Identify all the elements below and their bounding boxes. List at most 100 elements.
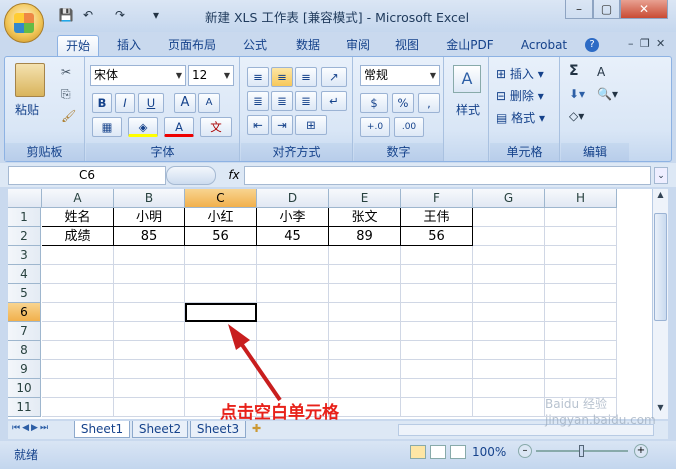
- row-header-10[interactable]: 10: [8, 379, 41, 398]
- cell-H9[interactable]: [545, 360, 617, 379]
- redo-icon[interactable]: ↷: [112, 7, 128, 23]
- app-restore-button[interactable]: ❐: [640, 37, 650, 50]
- clear-button[interactable]: ◇▾: [569, 109, 584, 123]
- cell-E3[interactable]: [329, 246, 401, 265]
- row-header-11[interactable]: 11: [8, 398, 41, 417]
- column-header-E[interactable]: E: [329, 189, 401, 208]
- fill-button[interactable]: ⬇▾: [569, 87, 585, 101]
- decrease-decimal-button[interactable]: .00: [394, 117, 424, 137]
- cell-E10[interactable]: [329, 379, 401, 398]
- cell-A9[interactable]: [42, 360, 114, 379]
- phonetic-button[interactable]: 文: [200, 117, 232, 137]
- cell-E6[interactable]: [329, 303, 401, 322]
- cell-D9[interactable]: [257, 360, 329, 379]
- cell-D7[interactable]: [257, 322, 329, 341]
- row-header-4[interactable]: 4: [8, 265, 41, 284]
- format-painter-icon[interactable]: 🖌: [61, 109, 76, 123]
- cell-D4[interactable]: [257, 265, 329, 284]
- page-break-view-icon[interactable]: [450, 445, 466, 459]
- cell-C4[interactable]: [185, 265, 257, 284]
- cell-E7[interactable]: [329, 322, 401, 341]
- scroll-up-icon[interactable]: ▲: [654, 190, 667, 204]
- tab-acrobat[interactable]: Acrobat: [514, 35, 574, 57]
- cell-B2[interactable]: 85: [114, 227, 185, 246]
- cell-G2[interactable]: [473, 227, 545, 246]
- cell-A4[interactable]: [42, 265, 114, 284]
- tab-wps-pdf[interactable]: 金山PDF: [440, 35, 500, 57]
- column-header-F[interactable]: F: [401, 189, 473, 208]
- align-top-button[interactable]: ≡: [247, 67, 269, 87]
- cell-A5[interactable]: [42, 284, 114, 303]
- undo-icon[interactable]: ↶: [80, 7, 96, 23]
- cell-A11[interactable]: [42, 398, 114, 417]
- percent-button[interactable]: %: [392, 93, 414, 113]
- insert-cells-button[interactable]: ⊞ 插入 ▾: [496, 65, 544, 82]
- cell-G6[interactable]: [473, 303, 545, 322]
- cell-E8[interactable]: [329, 341, 401, 360]
- cell-F3[interactable]: [401, 246, 473, 265]
- cell-B3[interactable]: [114, 246, 185, 265]
- maximize-button[interactable]: ▢: [593, 0, 620, 19]
- cell-B1[interactable]: 小明: [114, 208, 185, 227]
- cell-C5[interactable]: [185, 284, 257, 303]
- row-header-3[interactable]: 3: [8, 246, 41, 265]
- cell-D5[interactable]: [257, 284, 329, 303]
- number-format-select[interactable]: 常规 ▼: [360, 65, 440, 86]
- wrap-text-button[interactable]: ↵: [321, 91, 347, 111]
- fill-color-button[interactable]: ◈: [128, 117, 158, 137]
- cell-D6[interactable]: [257, 303, 329, 322]
- cell-B10[interactable]: [114, 379, 185, 398]
- qat-customize-icon[interactable]: ▾: [148, 7, 164, 23]
- align-center-button[interactable]: ≣: [271, 91, 293, 111]
- page-layout-view-icon[interactable]: [430, 445, 446, 459]
- cell-C1[interactable]: 小红: [185, 208, 257, 227]
- cell-C9[interactable]: [185, 360, 257, 379]
- save-icon[interactable]: 💾: [58, 7, 74, 23]
- cell-F8[interactable]: [401, 341, 473, 360]
- shrink-font-button[interactable]: A: [198, 93, 220, 113]
- insert-sheet-icon[interactable]: ✚: [252, 422, 261, 435]
- cell-H1[interactable]: [545, 208, 617, 227]
- cell-B6[interactable]: [114, 303, 185, 322]
- comma-button[interactable]: ,: [418, 93, 440, 113]
- office-button[interactable]: [4, 3, 44, 43]
- cell-E4[interactable]: [329, 265, 401, 284]
- cell-H5[interactable]: [545, 284, 617, 303]
- cell-G4[interactable]: [473, 265, 545, 284]
- tab-data[interactable]: 数据: [286, 35, 330, 57]
- cell-G9[interactable]: [473, 360, 545, 379]
- cell-H2[interactable]: [545, 227, 617, 246]
- copy-icon[interactable]: ⎘: [61, 87, 71, 102]
- active-cell-C6[interactable]: [185, 303, 257, 322]
- sheet-tab-2[interactable]: Sheet2: [132, 421, 188, 438]
- cell-E5[interactable]: [329, 284, 401, 303]
- underline-button[interactable]: U: [138, 93, 164, 113]
- help-icon[interactable]: ?: [585, 38, 599, 52]
- tab-review[interactable]: 审阅: [338, 35, 378, 57]
- grow-font-button[interactable]: A: [174, 93, 196, 113]
- cell-D1[interactable]: 小李: [257, 208, 329, 227]
- cell-H6[interactable]: [545, 303, 617, 322]
- cell-C10[interactable]: [185, 379, 257, 398]
- bold-button[interactable]: B: [92, 93, 112, 113]
- increase-indent-button[interactable]: ⇥: [271, 115, 293, 135]
- sort-filter-button[interactable]: A: [597, 65, 605, 79]
- zoom-level[interactable]: 100%: [472, 445, 506, 459]
- column-header-A[interactable]: A: [42, 189, 114, 208]
- cell-F7[interactable]: [401, 322, 473, 341]
- close-button[interactable]: ✕: [620, 0, 668, 19]
- cell-B8[interactable]: [114, 341, 185, 360]
- cell-H4[interactable]: [545, 265, 617, 284]
- align-right-button[interactable]: ≣: [295, 91, 317, 111]
- row-header-2[interactable]: 2: [8, 227, 41, 246]
- orientation-button[interactable]: ↗: [321, 67, 347, 87]
- tab-insert[interactable]: 插入: [107, 35, 151, 57]
- row-header-5[interactable]: 5: [8, 284, 41, 303]
- tab-page-layout[interactable]: 页面布局: [160, 35, 224, 57]
- cell-E11[interactable]: [329, 398, 401, 417]
- column-header-D[interactable]: D: [257, 189, 329, 208]
- name-box[interactable]: C6: [8, 166, 166, 185]
- cell-B4[interactable]: [114, 265, 185, 284]
- row-header-8[interactable]: 8: [8, 341, 41, 360]
- cell-A3[interactable]: [42, 246, 114, 265]
